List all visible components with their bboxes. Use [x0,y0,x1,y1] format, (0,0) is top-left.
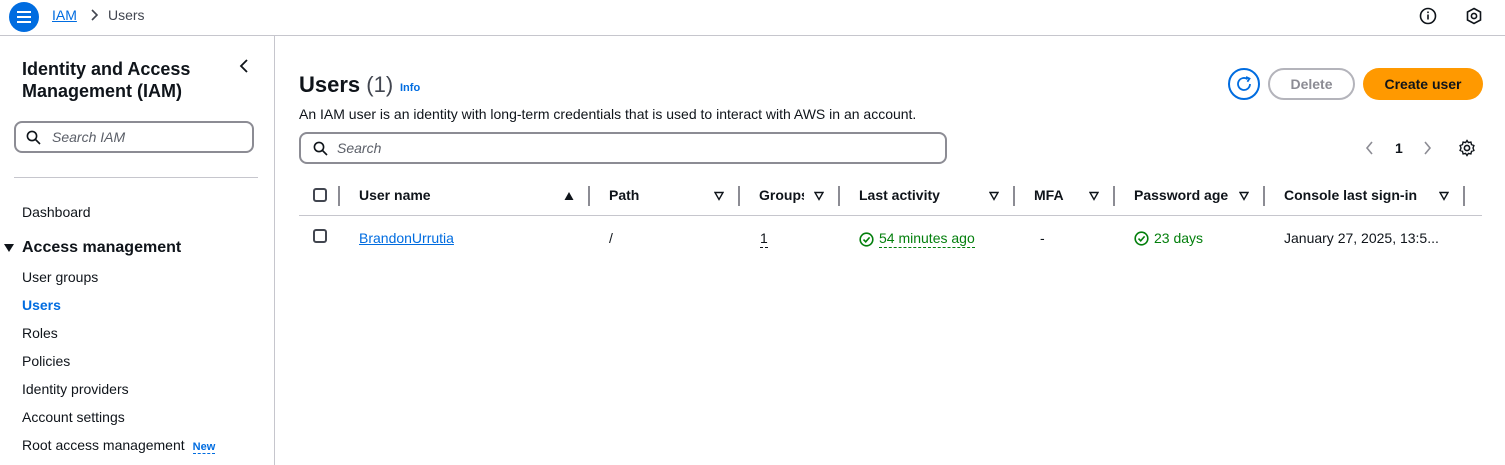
column-divider [738,186,740,206]
page-title-text: Users [299,72,361,97]
sidebar-title[interactable]: Identity and Access Management (IAM) [22,58,222,102]
console-last-sign-in-cell: January 27, 2025, 13:5... [1284,230,1439,246]
column-header-path[interactable]: Path [609,187,639,203]
groups-count[interactable]: 1 [760,230,768,248]
last-activity-text: 54 minutes ago [879,230,975,248]
info-icon[interactable] [1419,7,1437,25]
chevron-left-icon[interactable] [237,58,251,74]
security-hex-icon[interactable] [1465,7,1483,25]
select-all-checkbox[interactable] [313,188,327,202]
sidebar-section-label: Access management [22,239,182,256]
info-link[interactable]: Info [400,82,420,94]
search-icon [313,141,328,156]
sort-icon[interactable] [989,191,999,201]
sidebar-section-access-management[interactable]: Access management [4,239,181,257]
password-age-cell: 23 days [1134,230,1203,246]
row-checkbox[interactable] [313,229,327,243]
user-count: (1) [366,72,394,97]
sort-icon[interactable] [814,191,824,201]
sort-icon[interactable] [714,191,724,201]
last-activity-cell[interactable]: 54 minutes ago [859,230,975,248]
path-cell: / [609,230,613,246]
success-check-icon [859,231,874,247]
column-divider [338,186,340,206]
sidebar-divider [14,177,258,178]
column-divider [1013,186,1015,206]
page-description: An IAM user is an identity with long-ter… [299,106,917,122]
sidebar-item-policies[interactable]: Policies [22,353,70,369]
sidebar-item-root-access-management[interactable]: Root access management New [22,437,216,454]
breadcrumb-iam-link[interactable]: IAM [52,7,77,23]
column-divider [1263,186,1265,206]
column-header-password-age[interactable]: Password age [1134,187,1228,203]
top-navigation-bar: IAM Users [0,0,1505,36]
password-age-text: 23 days [1154,230,1204,246]
chevron-right-icon [91,9,99,21]
pagination-next-icon[interactable] [1421,140,1433,156]
search-icon [26,130,41,145]
table-header-divider [299,215,1482,216]
refresh-icon [1237,76,1251,91]
sort-ascending-icon[interactable] [564,191,574,201]
delete-button[interactable]: Delete [1268,68,1355,100]
column-header-console-last-sign-in[interactable]: Console last sign-in [1284,187,1417,203]
side-navigation: Identity and Access Management (IAM) Das… [0,36,275,465]
sidebar-item-users[interactable]: Users [22,297,61,313]
pagination-previous-icon[interactable] [1364,140,1376,156]
user-name-link[interactable]: BrandonUrrutia [359,230,454,246]
gear-icon[interactable] [1458,139,1476,157]
column-header-user-name[interactable]: User name [359,187,431,203]
column-header-groups[interactable]: Groups [759,187,804,203]
sort-icon[interactable] [1239,191,1249,201]
column-header-last-activity[interactable]: Last activity [859,187,940,203]
column-divider [1113,186,1115,206]
sidebar-item-dashboard[interactable]: Dashboard [22,204,91,220]
users-search-input[interactable] [337,139,927,157]
column-divider [1463,186,1465,206]
sidebar-item-account-settings[interactable]: Account settings [22,409,125,425]
caret-down-icon [4,244,14,252]
breadcrumb-current: Users [108,7,145,23]
menu-icon[interactable] [9,2,39,32]
mfa-cell: - [1040,230,1045,246]
sidebar-item-label: Root access management [22,437,185,453]
sidebar-search-input[interactable] [52,128,242,146]
column-divider [838,186,840,206]
sort-icon[interactable] [1439,191,1449,201]
sidebar-item-identity-providers[interactable]: Identity providers [22,381,129,397]
refresh-button[interactable] [1228,68,1260,100]
column-header-mfa[interactable]: MFA [1034,187,1064,203]
success-check-icon [1134,230,1149,246]
new-badge: New [192,441,216,454]
pagination-page-number[interactable]: 1 [1395,140,1403,156]
page-title: Users (1) [299,72,393,98]
create-user-button[interactable]: Create user [1363,68,1483,100]
column-divider [588,186,590,206]
sidebar-search-field[interactable] [14,121,254,153]
users-search-field[interactable] [299,132,947,164]
sidebar-item-roles[interactable]: Roles [22,325,58,341]
sidebar-item-user-groups[interactable]: User groups [22,269,98,285]
sort-icon[interactable] [1089,191,1099,201]
